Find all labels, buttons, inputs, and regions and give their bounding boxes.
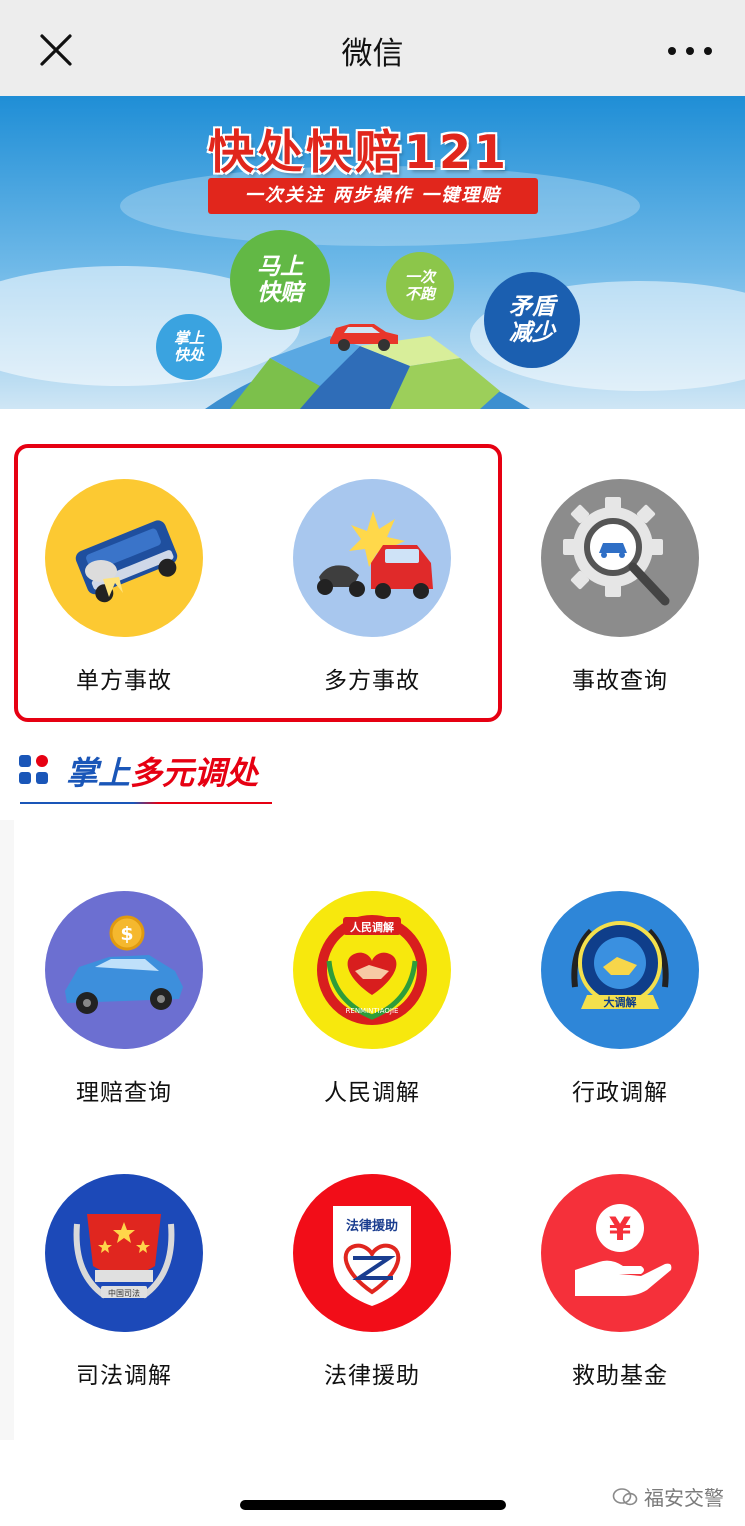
legal-badge-text: 法律援助 bbox=[346, 1218, 398, 1234]
section-title: 掌上多元调处 bbox=[66, 748, 258, 794]
tile-people-mediation[interactable]: 人民调解 RENMINTIAOJIE 人民调解 bbox=[272, 891, 472, 1107]
fund-badge-text: ¥ bbox=[609, 1210, 631, 1248]
home-indicator[interactable] bbox=[240, 1500, 506, 1510]
gear-search-icon bbox=[541, 479, 699, 637]
more-icon[interactable] bbox=[664, 36, 716, 66]
tile-multi-accident[interactable]: 多方事故 bbox=[272, 479, 472, 695]
bubble-palm-text: 掌上 快处 bbox=[173, 328, 204, 364]
tile-accident-query-label: 事故查询 bbox=[572, 668, 668, 694]
admin-badge-text: 大调解 bbox=[604, 995, 637, 1009]
wechat-official-account-icon bbox=[612, 1487, 638, 1512]
tile-people-mediation-label: 人民调解 bbox=[324, 1080, 420, 1106]
account-watermark: 福安交警 bbox=[612, 1482, 724, 1512]
section-title-red: 多元调处 bbox=[130, 754, 259, 792]
section-title-blue: 掌上 bbox=[66, 754, 131, 792]
tile-relief-fund[interactable]: ¥ 救助基金 bbox=[520, 1174, 720, 1390]
bubble-palm: 掌上 快处 bbox=[156, 314, 222, 380]
tile-claim-query[interactable]: $ 理赔查询 bbox=[24, 891, 224, 1107]
car-icon bbox=[330, 324, 398, 351]
side-shade bbox=[0, 820, 14, 1440]
collision-icon bbox=[293, 479, 451, 637]
tile-judicial-mediation[interactable]: 中国司法 司法调解 bbox=[24, 1174, 224, 1390]
people-badge-text: 人民调解 bbox=[350, 920, 394, 934]
top-nav-bar: 微信 bbox=[0, 0, 745, 96]
legal-aid-shield-icon: 法律援助 bbox=[293, 1174, 451, 1332]
bubble-less-conflict-text: 矛盾 减少 bbox=[509, 293, 555, 346]
tile-multi-accident-label: 多方事故 bbox=[324, 668, 420, 694]
section-underline bbox=[20, 802, 272, 804]
tile-legal-aid[interactable]: 法律援助 法律援助 bbox=[272, 1174, 472, 1390]
tile-judicial-mediation-label: 司法调解 bbox=[76, 1363, 172, 1389]
tile-single-accident-label: 单方事故 bbox=[76, 668, 172, 694]
people-badge-en: RENMINTIAOJIE bbox=[346, 1007, 399, 1015]
car-coin-icon: $ bbox=[45, 891, 203, 1049]
bubble-one-trip-text: 一次 不跑 bbox=[404, 267, 435, 303]
bubble-fast-claim-text: 马上 快赔 bbox=[257, 253, 303, 306]
tile-admin-mediation[interactable]: 大调解 行政调解 bbox=[520, 891, 720, 1107]
tile-admin-mediation-label: 行政调解 bbox=[572, 1080, 668, 1106]
overturned-car-icon bbox=[45, 479, 203, 637]
bubble-one-trip: 一次 不跑 bbox=[386, 252, 454, 320]
tile-claim-query-label: 理赔查询 bbox=[76, 1080, 172, 1106]
banner-title: 快处快赔121 bbox=[208, 125, 510, 179]
svg-text:$: $ bbox=[120, 923, 133, 945]
handshake-heart-badge-icon: 人民调解 RENMINTIAOJIE bbox=[293, 891, 451, 1049]
tile-accident-query[interactable]: 事故查询 bbox=[520, 479, 720, 695]
tile-relief-fund-label: 救助基金 bbox=[572, 1363, 668, 1389]
account-name: 福安交警 bbox=[644, 1486, 724, 1510]
yuan-hand-icon: ¥ bbox=[541, 1174, 699, 1332]
banner-slogan: 一次关注 两步操作 一键理赔 bbox=[208, 178, 538, 214]
justice-emblem-icon: 中国司法 bbox=[45, 1174, 203, 1332]
bubble-less-conflict: 矛盾 减少 bbox=[484, 272, 580, 368]
handshake-badge-icon: 大调解 bbox=[541, 891, 699, 1049]
bubble-fast-claim: 马上 快赔 bbox=[230, 230, 330, 330]
tile-legal-aid-label: 法律援助 bbox=[324, 1363, 420, 1389]
four-dots-icon bbox=[18, 754, 50, 786]
page-title: 微信 bbox=[341, 36, 404, 72]
tile-single-accident[interactable]: 单方事故 bbox=[24, 479, 224, 695]
judicial-badge-text: 中国司法 bbox=[108, 1288, 140, 1298]
